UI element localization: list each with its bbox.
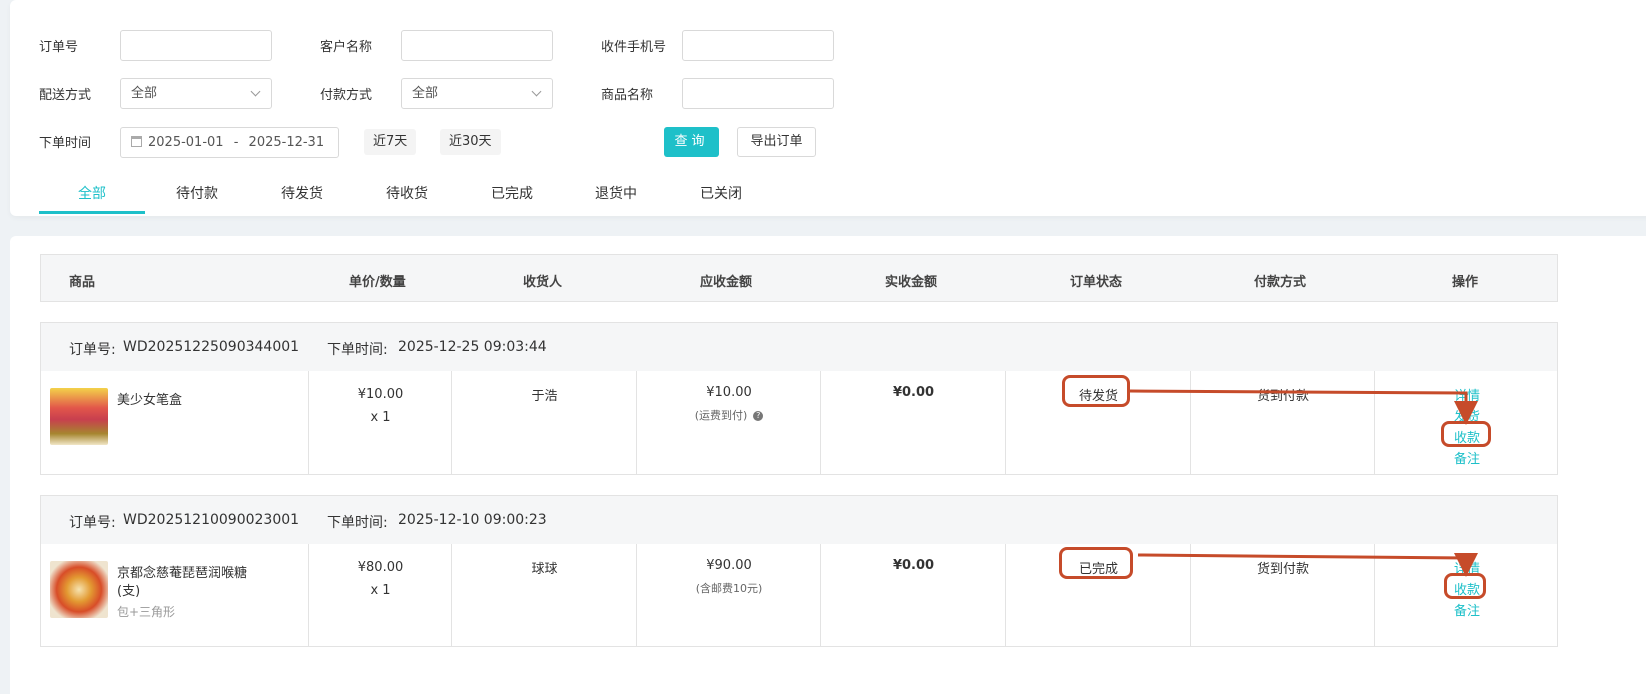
receiver-cell: 于浩	[451, 371, 636, 474]
col-price-qty: 单价/数量	[349, 275, 406, 290]
phone-input[interactable]	[682, 30, 834, 61]
col-receiver: 收货人	[523, 275, 563, 290]
receivable-cell: ¥10.00 (运费到付)?	[636, 371, 820, 474]
customer-label: 客户名称	[320, 40, 373, 55]
export-orders-button[interactable]: 导出订单	[737, 127, 816, 157]
date-end: 2025-12-31	[248, 135, 325, 150]
order-no: WD20251225090344001	[123, 339, 300, 355]
order-no-prefix: 订单号:	[69, 342, 116, 358]
quick-7-days-button[interactable]: 近7天	[364, 129, 417, 155]
tab-closed[interactable]: 已关闭	[700, 183, 742, 203]
customer-input[interactable]	[401, 30, 553, 61]
tab-returning[interactable]: 退货中	[595, 183, 637, 203]
receiver-name: 于浩	[531, 389, 558, 404]
received-amount: ¥0.00	[892, 558, 935, 573]
order-time-prefix: 下单时间:	[327, 342, 388, 358]
product-spec: 包+三角形	[117, 605, 176, 619]
order-time: 2025-12-10 09:00:23	[398, 512, 547, 528]
tab-all[interactable]: 全部	[78, 183, 106, 203]
col-receivable: 应收金额	[700, 275, 753, 290]
order-time: 2025-12-25 09:03:44	[398, 339, 547, 355]
unit-price: ¥80.00	[357, 560, 404, 575]
order-time-label: 下单时间	[39, 136, 92, 151]
detail-link[interactable]: 详情	[1454, 385, 1480, 404]
receiver-cell: 球球	[451, 544, 636, 646]
product-name[interactable]: 美少女笔盒	[117, 389, 182, 408]
quantity: x 1	[370, 583, 391, 598]
quick-30-days-button[interactable]: 近30天	[440, 129, 501, 155]
date-separator: -	[233, 135, 239, 150]
table-header: 商品 单价/数量 收货人 应收金额 实收金额 订单状态 付款方式 操作	[40, 254, 1558, 302]
payment-cell: 货到付款	[1190, 544, 1374, 646]
calendar-icon	[131, 136, 142, 147]
order-time-prefix: 下单时间:	[327, 515, 388, 531]
order-no-input[interactable]	[120, 30, 272, 61]
payment-method: 货到付款	[1256, 562, 1309, 577]
payment-method: 货到付款	[1256, 389, 1309, 404]
col-product: 商品	[69, 275, 96, 290]
filter-panel: 订单号 客户名称 收件手机号 配送方式 全部 付款方式 全部 商品名称 下单时间…	[10, 0, 1646, 216]
receivable-note: (含邮费10元)	[695, 582, 763, 595]
order-no-prefix: 订单号:	[69, 515, 116, 531]
product-name-suffix: (支)	[117, 584, 141, 599]
query-button[interactable]: 查询	[664, 127, 719, 157]
collect-highlight-box	[1444, 573, 1486, 599]
order-header: 订单号: WD20251225090344001 下单时间: 2025-12-2…	[41, 323, 1557, 371]
remark-link[interactable]: 备注	[1454, 448, 1480, 467]
product-thumbnail[interactable]	[50, 388, 108, 445]
col-status: 订单状态	[1070, 275, 1123, 290]
received-cell: ¥0.00	[820, 544, 1005, 646]
order-card: 订单号: WD20251210090023001 下单时间: 2025-12-1…	[40, 495, 1558, 647]
quantity: x 1	[370, 410, 391, 425]
chevron-down-icon	[250, 86, 261, 97]
payment-select[interactable]: 全部	[401, 78, 553, 109]
status-highlight-box	[1059, 547, 1133, 579]
payment-select-value: 全部	[412, 86, 439, 101]
tab-completed[interactable]: 已完成	[491, 183, 533, 203]
date-start: 2025-01-01	[148, 135, 224, 150]
delivery-select[interactable]: 全部	[120, 78, 272, 109]
receivable-cell: ¥90.00 (含邮费10元)	[636, 544, 820, 646]
col-actions: 操作	[1452, 275, 1479, 290]
chevron-down-icon	[531, 86, 542, 97]
price-qty-cell: ¥10.00 x 1	[308, 371, 451, 474]
delivery-select-value: 全部	[131, 86, 158, 101]
tab-pending-payment[interactable]: 待付款	[176, 183, 218, 203]
order-card: 订单号: WD20251225090344001 下单时间: 2025-12-2…	[40, 322, 1558, 475]
col-received: 实收金额	[885, 275, 938, 290]
price-qty-cell: ¥80.00 x 1	[308, 544, 451, 646]
collect-highlight-box	[1441, 421, 1491, 447]
payment-label: 付款方式	[320, 88, 373, 103]
col-payment: 付款方式	[1254, 275, 1307, 290]
active-tab-indicator	[39, 211, 145, 214]
order-header: 订单号: WD20251210090023001 下单时间: 2025-12-1…	[41, 496, 1557, 544]
order-no: WD20251210090023001	[123, 512, 300, 528]
phone-label: 收件手机号	[601, 40, 667, 55]
tab-pending-shipment[interactable]: 待发货	[281, 183, 323, 203]
product-input[interactable]	[682, 78, 834, 109]
delivery-label: 配送方式	[39, 88, 92, 103]
product-label: 商品名称	[601, 88, 654, 103]
product-thumbnail[interactable]	[50, 561, 108, 618]
receiver-name: 球球	[531, 562, 558, 577]
receivable-amount: ¥10.00	[706, 385, 752, 400]
order-no-label: 订单号	[39, 40, 79, 55]
remark-link[interactable]: 备注	[1454, 600, 1480, 619]
date-range-picker[interactable]: 2025-01-01 - 2025-12-31	[120, 127, 339, 158]
tab-pending-receipt[interactable]: 待收货	[386, 183, 428, 203]
receivable-note: (运费到付)?	[637, 407, 821, 423]
help-icon[interactable]: ?	[753, 411, 764, 421]
unit-price: ¥10.00	[357, 387, 404, 402]
product-name[interactable]: 京都念慈菴琵琶润喉糖	[117, 562, 247, 581]
received-amount: ¥0.00	[892, 385, 935, 400]
status-highlight-box	[1062, 375, 1130, 407]
received-cell: ¥0.00	[820, 371, 1005, 474]
order-list-panel: 商品 单价/数量 收货人 应收金额 实收金额 订单状态 付款方式 操作 订单号:…	[10, 236, 1646, 694]
receivable-amount: ¥90.00	[706, 558, 752, 573]
payment-cell: 货到付款	[1190, 371, 1374, 474]
